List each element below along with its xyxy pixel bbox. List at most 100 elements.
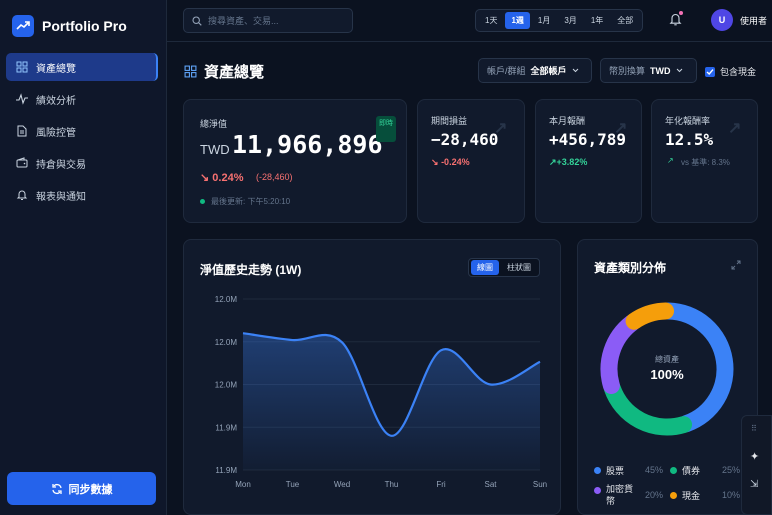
check-icon [706, 68, 714, 75]
legend-pct: 25% [722, 465, 741, 475]
search-input[interactable] [208, 15, 348, 26]
net-worth-change-abs: (-28,460) [256, 172, 293, 182]
include-cash-checkbox[interactable] [705, 66, 715, 77]
currency-filter-label: 幣別換算 [609, 66, 646, 76]
legend-dot [594, 467, 601, 474]
net-worth-value: 11,966,896 [232, 130, 383, 159]
kpi-sub: ↘ -0.24% [431, 157, 470, 168]
wallet-icon [16, 157, 28, 168]
donut-slice[interactable] [600, 314, 641, 395]
legend-dot [670, 467, 677, 474]
sidebar-item-risk[interactable]: 風險控管 [6, 117, 158, 145]
history-chart-title: 淨值歷史走勢 (1W) [200, 263, 302, 277]
sidebar-item-label: 報表與通知 [36, 191, 86, 203]
sidebar-nav: 資產總覽 績效分析 風險控管 持倉與交易 報表與通知 [6, 53, 158, 213]
range-1y[interactable]: 1年 [585, 12, 609, 29]
donut-slice[interactable] [625, 302, 675, 330]
live-status-dot [200, 199, 205, 204]
y-tick-label: 11.9M [215, 466, 237, 475]
sidebar-item-holdings[interactable]: 持倉與交易 [6, 149, 158, 177]
avatar: U [711, 9, 733, 31]
x-tick-label: Sat [484, 480, 497, 489]
net-worth-currency: TWD [200, 142, 230, 157]
y-tick-label: 12.0M [215, 295, 238, 304]
legend-label: 股票 [606, 466, 625, 476]
account-filter[interactable]: 帳戶/群組 全部帳戶 [478, 58, 592, 83]
floating-toolbar: ⠿ ✦ ⇲ [741, 415, 772, 515]
legend-dot [594, 487, 601, 494]
x-tick-label: Sun [533, 480, 547, 489]
app-root: Portfolio Pro 資產總覽 績效分析 風險控管 持倉與交易 報表與通知 [0, 0, 772, 515]
include-cash-toggle[interactable]: 包含現金 [705, 65, 756, 78]
sidebar-item-overview[interactable]: 資產總覽 [6, 53, 158, 81]
net-worth-label: 總淨值 [200, 119, 228, 129]
donut-slice[interactable] [603, 379, 693, 436]
donut-center-value: 100% [650, 367, 684, 382]
range-1w[interactable]: 1週 [505, 12, 530, 29]
include-cash-label: 包含現金 [720, 67, 757, 77]
chart-type-toggle: 線圖 柱狀圖 [468, 258, 540, 277]
sidebar-item-label: 績效分析 [36, 95, 76, 107]
trend-logo-icon [12, 15, 34, 37]
collapse-icon[interactable]: ⇲ [750, 479, 758, 490]
y-tick-label: 11.9M [215, 423, 237, 432]
y-tick-label: 12.0M [215, 381, 238, 390]
legend-item-stocks: 股票 [594, 464, 624, 477]
sidebar-item-label: 資產總覽 [36, 63, 76, 75]
history-line-chart: 12.0M 12.0M 12.0M 11.9M 11.9M Mon Tue Wed Thu Fri… [215, 295, 547, 489]
range-3m[interactable]: 3月 [558, 12, 582, 29]
sidebar-item-performance[interactable]: 績效分析 [6, 85, 158, 113]
line-chart-tab[interactable]: 線圖 [471, 260, 499, 275]
sparkle-icon[interactable]: ✦ [750, 450, 759, 463]
legend-pct: 45% [645, 465, 664, 475]
kpi-sub-value: +3.82% [556, 157, 588, 167]
arrow-down-right-icon: ↘ [431, 157, 439, 167]
top-bar: 1天 1週 1月 3月 1年 全部 U 使用者 [167, 0, 772, 42]
trend-up-icon: ↗ [728, 120, 742, 137]
range-1d[interactable]: 1天 [479, 12, 503, 29]
x-tick-label: Wed [334, 480, 350, 489]
page-title: 資產總覽 [184, 61, 264, 82]
arrow-down-right-icon: ↘ [200, 172, 210, 184]
x-tick-label: Thu [385, 480, 399, 489]
sidebar-item-reports[interactable]: 報表與通知 [6, 181, 158, 209]
kpi-sub-value: -0.24% [441, 157, 470, 167]
y-tick-label: 12.0M [215, 338, 238, 347]
x-tick-label: Tue [286, 480, 300, 489]
time-range-selector: 1天 1週 1月 3月 1年 全部 [475, 9, 644, 32]
currency-filter[interactable]: 幣別換算 TWD [600, 58, 697, 83]
kpi-label: 年化報酬率 [665, 116, 711, 126]
x-tick-label: Mon [235, 480, 251, 489]
search-box [183, 8, 353, 33]
kpi-sub: ↗+3.82% [549, 157, 587, 168]
page-title-text: 資產總覽 [204, 64, 265, 81]
net-worth-change: ↘ 0.24% [200, 171, 243, 184]
bar-chart-tab[interactable]: 柱狀圖 [501, 260, 537, 275]
grid-icon [16, 61, 28, 73]
legend-item-crypto: 加密貨幣 [594, 483, 644, 507]
refresh-icon [51, 483, 62, 494]
sidebar-item-label: 持倉與交易 [36, 159, 86, 171]
range-all[interactable]: 全部 [611, 12, 639, 29]
kpi-sub-value: vs 基準: 8.3% [681, 158, 730, 167]
notifications-button[interactable] [669, 11, 683, 31]
legend-pct: 10% [722, 490, 741, 500]
legend-item-bonds: 債券 [670, 464, 700, 477]
user-name: 使用者 [740, 15, 768, 26]
sync-button-label: 同步數據 [68, 483, 113, 496]
series-area [243, 333, 540, 470]
activity-icon [16, 93, 28, 105]
bell-icon [16, 190, 28, 200]
expand-icon[interactable] [731, 260, 741, 270]
range-1m[interactable]: 1月 [532, 12, 556, 29]
allocation-title: 資產類別分佈 [594, 261, 667, 275]
sidebar-item-label: 風險控管 [36, 127, 76, 139]
donut-center-label: 總資產 [655, 355, 679, 364]
drag-handle-icon[interactable]: ⠿ [751, 424, 757, 433]
kpi-value: −28,460 [431, 130, 499, 149]
sync-button[interactable]: 同步數據 [7, 472, 156, 505]
account-filter-value: 全部帳戶 [530, 66, 567, 76]
notification-dot [679, 11, 683, 15]
user-menu[interactable]: U 使用者 [711, 9, 767, 31]
legend-pct: 20% [645, 490, 664, 500]
